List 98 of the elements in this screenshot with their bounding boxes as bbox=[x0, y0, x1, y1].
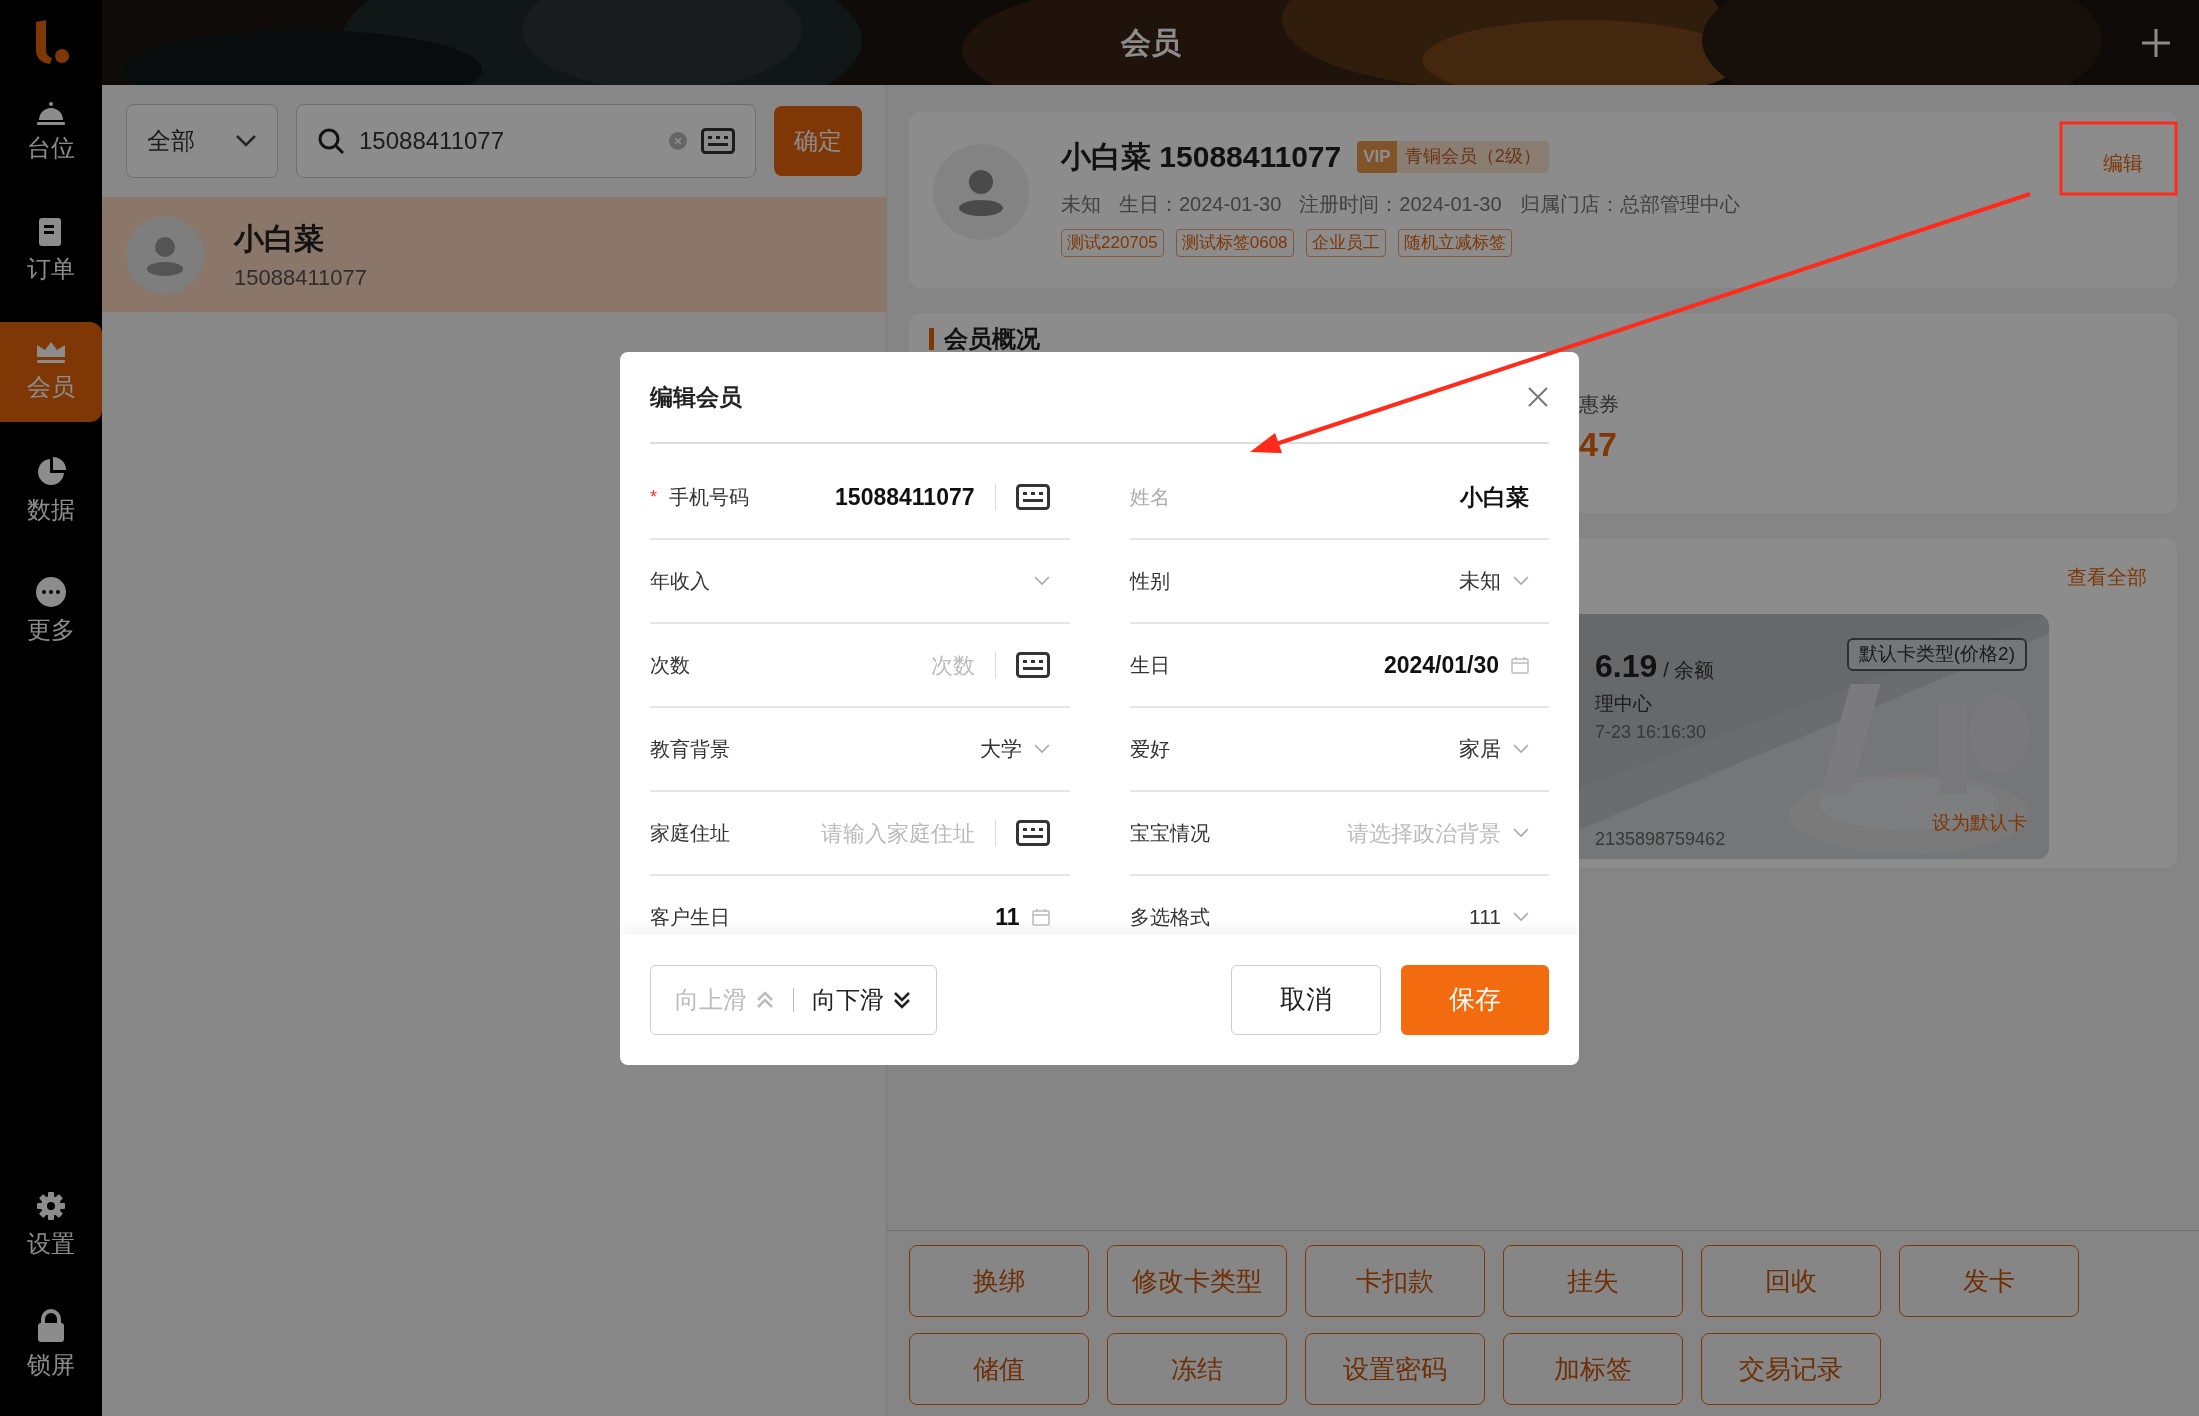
field-label: 多选格式 bbox=[1129, 905, 1210, 930]
action-button[interactable]: 发卡 bbox=[1899, 1245, 2079, 1317]
chevron-down-icon bbox=[1033, 576, 1050, 586]
settings-icon bbox=[35, 1190, 67, 1222]
keyboard-icon[interactable] bbox=[1015, 820, 1050, 846]
action-button[interactable]: 设置密码 bbox=[1305, 1333, 1485, 1405]
member-tag: 测试标签0608 bbox=[1175, 229, 1294, 257]
sidebar-item[interactable]: 订单 bbox=[0, 202, 102, 302]
search-input[interactable]: 15088411077 bbox=[359, 123, 655, 159]
keyboard-icon[interactable] bbox=[1015, 484, 1050, 510]
action-button[interactable]: 回收 bbox=[1701, 1245, 1881, 1317]
page-title: 会员 bbox=[1120, 25, 1181, 61]
member-tag: 随机立减标签 bbox=[1397, 229, 1512, 257]
scroll-down-button[interactable]: 向下滑 bbox=[812, 981, 912, 1018]
field-input[interactable]: 15088411077 bbox=[774, 479, 975, 515]
stat-label: 惠券 bbox=[1579, 392, 1620, 417]
keyboard-icon[interactable] bbox=[1015, 652, 1050, 678]
card-number: 2135898759462 bbox=[1595, 827, 1727, 851]
member-info: 未知 bbox=[1061, 192, 1101, 217]
action-button[interactable]: 挂失 bbox=[1503, 1245, 1683, 1317]
card-balance: 6.19 bbox=[1595, 647, 1658, 686]
calendar-icon bbox=[1511, 656, 1529, 674]
avatar-icon bbox=[126, 215, 204, 294]
field-label: 年收入 bbox=[650, 569, 710, 594]
field-label: 家庭住址 bbox=[650, 821, 730, 846]
double-chevron-down-icon bbox=[892, 989, 912, 1010]
field-label: 爱好 bbox=[1129, 737, 1170, 762]
member-info: 注册时间：2024-01-30 bbox=[1299, 192, 1502, 217]
member-title: 小白菜 15088411077 bbox=[1061, 139, 1342, 175]
field-input[interactable]: 次数 bbox=[754, 648, 975, 682]
sidebar-item[interactable]: 设置 bbox=[0, 1176, 102, 1276]
card-type-badge: 默认卡类型(价格2) bbox=[1846, 638, 2027, 671]
member-name: 小白菜 bbox=[234, 220, 325, 257]
stat-value: 47 bbox=[1579, 424, 1618, 465]
search-bar[interactable]: 15088411077 bbox=[296, 104, 756, 178]
field-label: 性别 bbox=[1129, 569, 1170, 594]
dialog-title: 编辑会员 bbox=[650, 382, 742, 412]
field-value[interactable]: 11 bbox=[995, 899, 1020, 934]
card-store: 理中心 bbox=[1595, 692, 1653, 716]
confirm-button[interactable]: 确定 bbox=[774, 106, 862, 176]
action-button[interactable]: 换绑 bbox=[909, 1245, 1089, 1317]
field-label: 次数 bbox=[650, 653, 690, 678]
field-input[interactable]: 请输入家庭住址 bbox=[754, 816, 975, 850]
member-info: 归属门店：总部管理中心 bbox=[1519, 192, 1740, 217]
field-label: 姓名 bbox=[1129, 485, 1170, 510]
sidebar-item[interactable]: 数据 bbox=[0, 442, 102, 542]
sidebar-item[interactable]: 锁屏 bbox=[0, 1296, 102, 1396]
action-button[interactable]: 交易记录 bbox=[1701, 1333, 1881, 1405]
field-value[interactable]: 未知 bbox=[1459, 565, 1501, 597]
edit-link[interactable]: 编辑 bbox=[2103, 148, 2143, 178]
field-label: 生日 bbox=[1129, 653, 1170, 678]
field-label: 宝宝情况 bbox=[1129, 821, 1210, 846]
card-balance-label: / 余额 bbox=[1663, 658, 1715, 683]
member-tag: 企业员工 bbox=[1305, 229, 1386, 257]
member-info: 生日：2024-01-30 bbox=[1119, 192, 1282, 217]
calendar-icon bbox=[1031, 908, 1050, 926]
member-tag: 测试220705 bbox=[1061, 229, 1164, 257]
sidebar-item[interactable]: 台位 bbox=[0, 82, 102, 182]
chevron-down-icon bbox=[1033, 744, 1050, 754]
chevron-down-icon bbox=[235, 134, 257, 148]
field-label: 教育背景 bbox=[650, 737, 730, 762]
keyboard-icon[interactable] bbox=[701, 128, 735, 154]
action-button[interactable]: 卡扣款 bbox=[1305, 1245, 1485, 1317]
action-button[interactable]: 修改卡类型 bbox=[1107, 1245, 1287, 1317]
chevron-down-icon bbox=[1513, 744, 1529, 754]
field-value[interactable]: 111 bbox=[1469, 901, 1501, 933]
cancel-button[interactable]: 取消 bbox=[1231, 964, 1381, 1035]
field-label: 客户生日 bbox=[650, 905, 730, 930]
filter-dropdown[interactable]: 全部 bbox=[126, 104, 278, 178]
field-value[interactable]: 家居 bbox=[1459, 733, 1501, 765]
save-button[interactable]: 保存 bbox=[1401, 964, 1549, 1035]
action-button[interactable]: 加标签 bbox=[1503, 1333, 1683, 1405]
action-button[interactable]: 冻结 bbox=[1107, 1333, 1287, 1405]
add-icon[interactable] bbox=[2141, 28, 2171, 58]
field-value[interactable]: 2024/01/30 bbox=[1383, 647, 1499, 683]
field-label: 手机号码 bbox=[669, 485, 749, 510]
pie-chart-icon bbox=[35, 456, 67, 488]
member-phone: 15088411077 bbox=[234, 263, 367, 292]
chevron-down-icon bbox=[1513, 576, 1529, 586]
required-mark: * bbox=[650, 485, 657, 509]
field-value[interactable]: 大学 bbox=[979, 733, 1022, 765]
search-icon bbox=[317, 127, 345, 155]
avatar-icon bbox=[933, 144, 1029, 240]
section-marker bbox=[929, 328, 934, 350]
sidebar-item[interactable]: 会员 bbox=[0, 322, 102, 422]
close-icon[interactable] bbox=[1527, 386, 1549, 408]
member-level-badge: VIP 青铜会员（2级） bbox=[1357, 140, 1549, 173]
lock-icon bbox=[36, 1309, 66, 1343]
chevron-down-icon bbox=[1513, 828, 1529, 838]
sidebar-item[interactable]: 更多 bbox=[0, 562, 102, 662]
view-all-link[interactable]: 查看全部 bbox=[2067, 562, 2147, 592]
chevron-down-icon bbox=[1513, 912, 1529, 922]
double-chevron-up-icon bbox=[755, 989, 775, 1010]
action-button[interactable]: 储值 bbox=[909, 1333, 1089, 1405]
more-icon bbox=[35, 576, 67, 608]
logo-icon bbox=[33, 20, 69, 64]
member-list-item[interactable]: 小白菜 15088411077 bbox=[102, 197, 886, 312]
section-title: 会员概况 bbox=[944, 324, 1040, 354]
